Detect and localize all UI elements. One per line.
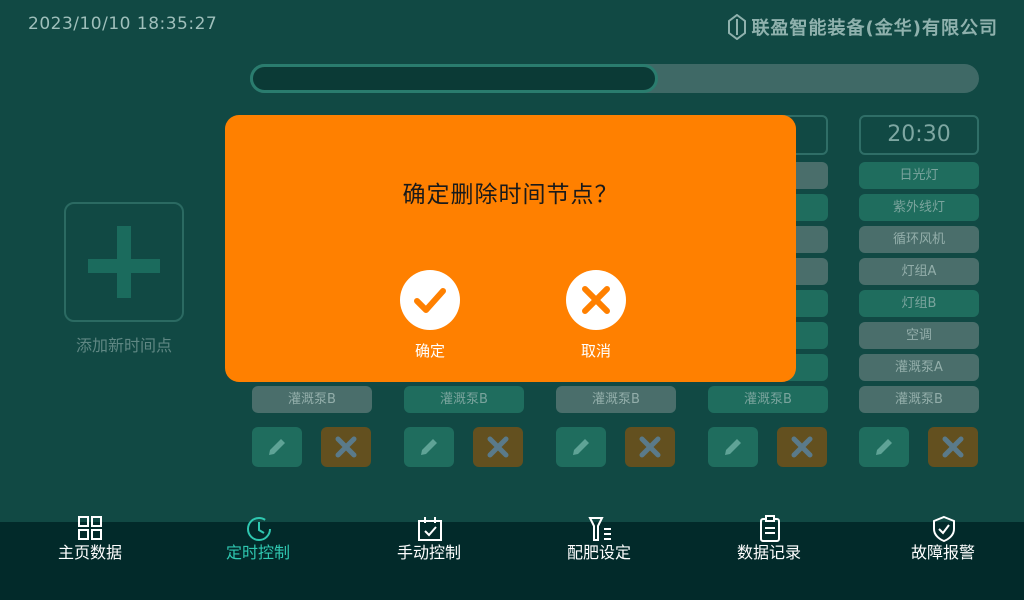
cancel-label: 取消 — [580, 342, 611, 360]
dialog-title: 确定删除时间节点？ — [402, 182, 619, 208]
nav-item-manual[interactable]: 手动控制 — [359, 517, 499, 600]
cancel-button[interactable]: 取消 — [556, 270, 636, 360]
nav-item-fertilizer[interactable]: 配肥设定 — [529, 517, 669, 600]
nav-label-manual: 手动控制 — [396, 543, 461, 562]
nav-item-timer[interactable]: 定时控制 — [188, 517, 328, 600]
confirm-label: 确定 — [414, 342, 445, 360]
confirm-button[interactable]: 确定 — [390, 270, 470, 360]
nav-label-alarm: 故障报警 — [910, 543, 975, 562]
check-icon — [414, 288, 446, 313]
nav-label-home: 主页数据 — [57, 543, 122, 562]
nav-label-fertilizer: 配肥设定 — [566, 543, 631, 562]
app-root: 2023/10/10 18:35:27 联盈智能装备(金华)有限公司 添加新时间… — [0, 0, 1024, 600]
bottom-nav: 主页数据 定时控制 手动控制 配肥设定 数据记录 故障报警 — [0, 515, 1024, 600]
nav-label-records: 数据记录 — [736, 543, 801, 562]
grid-icon — [78, 516, 102, 540]
close-icon — [582, 286, 610, 314]
nav-item-alarm[interactable]: 故障报警 — [873, 515, 1013, 600]
nav-label-timer: 定时控制 — [225, 543, 290, 562]
nav-item-home[interactable]: 主页数据 — [20, 516, 160, 600]
nav-item-records[interactable]: 数据记录 — [699, 515, 839, 600]
confirm-delete-dialog: 确定删除时间节点？ 确定 取消 — [225, 115, 796, 382]
